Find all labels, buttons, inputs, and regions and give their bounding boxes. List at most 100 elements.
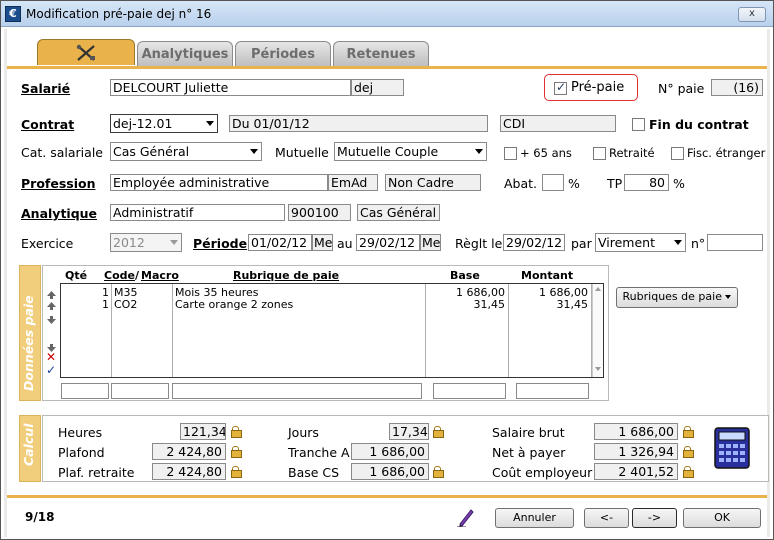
par-label: par: [571, 236, 592, 251]
close-button[interactable]: x: [738, 7, 766, 22]
window-title: Modification pré-paie dej n° 16: [26, 7, 212, 21]
periode-debut-field[interactable]: 01/02/12: [248, 234, 312, 251]
delete-icon[interactable]: ✕: [46, 351, 56, 363]
lock-icon[interactable]: [231, 466, 242, 478]
header-code[interactable]: Code: [104, 269, 135, 282]
lock-icon[interactable]: [231, 446, 242, 458]
mode-value: Virement: [598, 235, 655, 250]
prepaie-label: Pré-paie: [571, 80, 625, 95]
lock-icon[interactable]: [433, 466, 444, 478]
lock-icon[interactable]: [433, 426, 444, 438]
chevron-down-icon: [206, 121, 214, 126]
scroll-down-icon[interactable]: [595, 367, 601, 371]
npaie-label: N° paie: [658, 81, 705, 96]
contrat-label[interactable]: Contrat: [21, 117, 74, 132]
chevron-down-icon: [250, 149, 258, 154]
mutuelle-select[interactable]: Mutuelle Couple: [334, 142, 487, 161]
fin-contrat-checkbox[interactable]: [632, 118, 645, 131]
header-rubrique[interactable]: Rubrique de paie: [233, 269, 339, 282]
profession-label[interactable]: Profession: [21, 176, 95, 191]
plus65-label: + 65 ans: [520, 146, 572, 160]
no-label: n°: [691, 236, 706, 251]
move-down-icon[interactable]: [47, 313, 56, 327]
jours-value: 17,34: [389, 423, 429, 440]
tab-retenues[interactable]: Retenues: [333, 41, 429, 67]
retraite-checkbox[interactable]: [593, 147, 606, 160]
header-base: Base: [450, 269, 480, 282]
salarie-label: Salarié: [21, 81, 71, 96]
tp-field[interactable]: 80: [624, 174, 669, 191]
new-rubrique-input[interactable]: [172, 383, 422, 399]
net-payer-label: Net à payer: [492, 445, 566, 460]
mutuelle-label: Mutuelle: [275, 145, 329, 160]
heures-value: 121,34: [180, 423, 226, 440]
calcul-side-label: Calcul: [21, 423, 36, 467]
salarie-name-field[interactable]: DELCOURT Juliette: [110, 79, 351, 96]
no-field[interactable]: [707, 234, 763, 251]
periode-fin-field[interactable]: 29/02/12: [356, 234, 420, 251]
npaie-field: (16): [711, 79, 763, 96]
new-code-input[interactable]: [111, 383, 169, 399]
calculator-icon[interactable]: [714, 427, 750, 472]
table-row[interactable]: 1 CO2 Carte orange 2 zones 31,45 31,45: [61, 298, 592, 311]
chevron-down-icon: [475, 149, 483, 154]
periode-debut-unit: Me: [312, 234, 333, 251]
reglt-field[interactable]: 29/02/12: [503, 234, 565, 251]
prepaie-checkbox[interactable]: [554, 80, 567, 95]
contrat-du-field: Du 01/01/12: [229, 115, 488, 132]
tab-analytiques[interactable]: Analytiques: [137, 41, 233, 67]
salaire-brut-label: Salaire brut: [492, 425, 565, 440]
periode-fin-unit: Me: [420, 234, 441, 251]
mode-select[interactable]: Virement: [595, 233, 686, 252]
tp-percent: %: [673, 176, 685, 191]
title-bar: € Modification pré-paie dej n° 16 x: [1, 1, 773, 27]
rubriques-grid[interactable]: 1 M35 Mois 35 heures 1 686,00 1 686,00 1…: [60, 283, 604, 378]
prev-button[interactable]: <-: [584, 508, 629, 528]
analytique-field[interactable]: Administratif: [110, 204, 285, 221]
new-base-input[interactable]: [433, 383, 506, 399]
cell-montant: 31,45: [556, 298, 589, 311]
lock-icon[interactable]: [683, 446, 694, 458]
contrat-type-field: CDI: [500, 115, 616, 132]
new-montant-input[interactable]: [516, 383, 589, 399]
donnees-side-label: Données paie: [21, 295, 36, 391]
lock-icon[interactable]: [231, 426, 242, 438]
abat-label: Abat.: [504, 176, 538, 191]
chevron-down-icon: [674, 240, 682, 245]
tab-main[interactable]: [37, 39, 135, 65]
cell-rubrique: Carte orange 2 zones: [175, 298, 294, 311]
cout-employeur-value: 2 401,52: [594, 463, 678, 480]
profession-field[interactable]: Employée administrative: [110, 174, 328, 191]
grid-scrollbar[interactable]: [592, 284, 603, 377]
annuler-button[interactable]: Annuler: [495, 508, 574, 528]
contrat-select[interactable]: dej-12.01: [110, 114, 218, 133]
new-qte-input[interactable]: [61, 383, 109, 399]
cell-qte: 1: [102, 298, 109, 311]
salaire-brut-value: 1 686,00: [594, 423, 678, 440]
window: € Modification pré-paie dej n° 16 x Anal…: [0, 0, 774, 540]
abat-field[interactable]: [542, 174, 564, 191]
pencil-icon[interactable]: [457, 507, 475, 530]
move-up-icon[interactable]: [47, 299, 56, 313]
scroll-up-icon[interactable]: [595, 287, 601, 291]
fisc-checkbox[interactable]: [671, 147, 684, 160]
ok-button[interactable]: OK: [683, 508, 761, 528]
lock-icon[interactable]: [683, 426, 694, 438]
header-macro[interactable]: Macro: [141, 269, 179, 282]
tab-underline: [7, 66, 767, 69]
lock-icon[interactable]: [683, 466, 694, 478]
analytique-label[interactable]: Analytique: [21, 206, 97, 221]
next-button[interactable]: ->: [632, 508, 677, 528]
cat-select[interactable]: Cas Général: [110, 142, 262, 161]
profession-code-field: EmAd: [328, 174, 378, 191]
validate-icon[interactable]: ✓: [46, 364, 56, 376]
plus65-checkbox[interactable]: [504, 147, 517, 160]
rubriques-button[interactable]: Rubriques de paie: [616, 287, 738, 308]
retraite-label: Retraité: [609, 146, 655, 160]
fisc-label: Fisc. étranger: [687, 146, 766, 160]
tab-periodes[interactable]: Périodes: [235, 41, 331, 67]
cout-employeur-label: Coût employeur: [492, 465, 593, 480]
salarie-code-field: dej: [351, 79, 404, 96]
periode-label[interactable]: Période: [193, 236, 247, 251]
footer-line: [7, 495, 767, 498]
